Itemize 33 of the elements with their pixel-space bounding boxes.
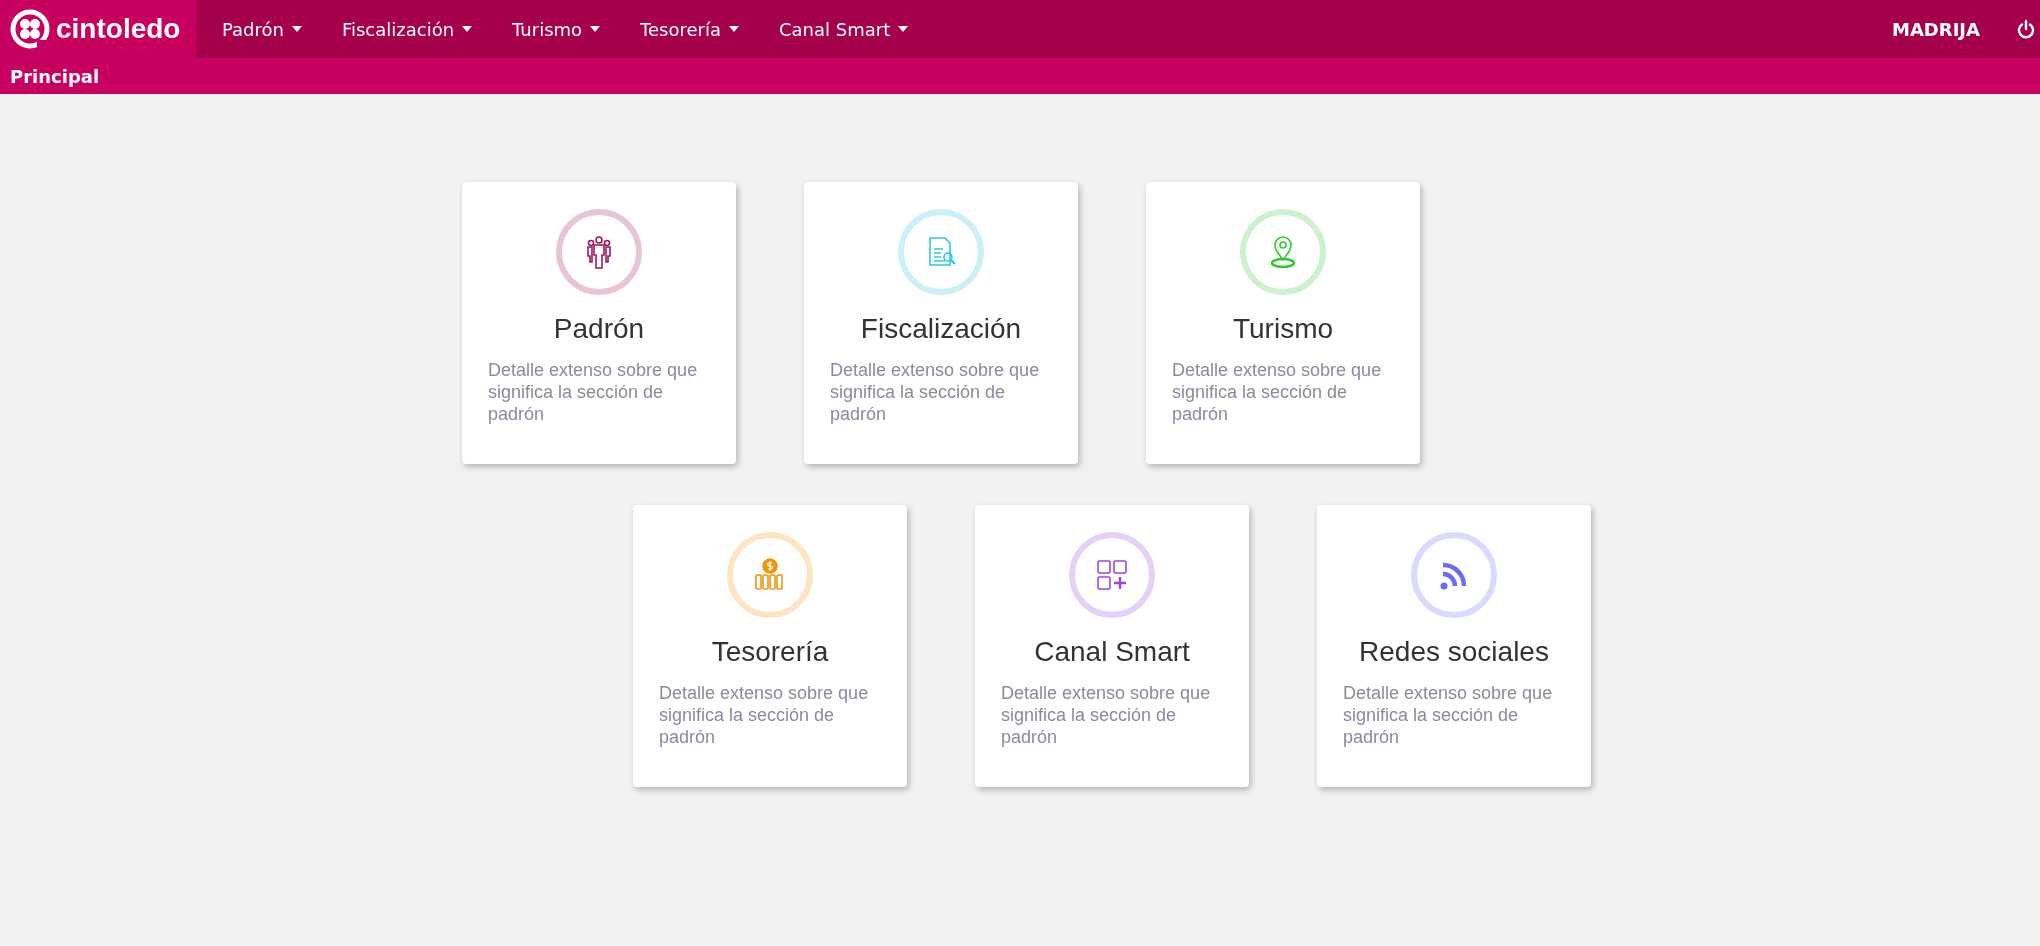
card-description: Detalle extenso sobre que significa la sección de padrón [488,359,699,425]
caret-icon [590,26,601,32]
card-description: Detalle extenso sobre que significa la sección de padrón [1001,682,1212,748]
section-card[interactable]: Canal Smart Detalle extenso sobre que significa la sección de padrón [975,505,1249,787]
caret-icon [462,26,473,32]
section-card[interactable]: Tesorería Detalle extenso sobre que significa la sección de padrón [633,505,907,787]
user-name: MADRIJA [1892,18,1980,40]
card-description: Detalle extenso sobre que significa la sección de padrón [1172,359,1383,425]
nav-menu[interactable]: Tesorería [620,0,759,58]
section-card[interactable]: Padrón Detalle extenso sobre que significa la sección de padrón [462,182,736,464]
card-title: Tesorería [711,636,829,668]
section-card[interactable]: Fiscalización Detalle extenso sobre que significa la sección de padrón [804,182,1078,464]
caret-icon [291,26,302,32]
card-title: Redes sociales [1359,636,1549,668]
caret-icon [898,26,909,32]
card-title: Padrón [553,313,645,345]
section-card[interactable]: Turismo Detalle extenso sobre que significa la sección de padrón [1146,182,1420,464]
card-description: Detalle extenso sobre que significa la sección de padrón [659,682,870,748]
card-title: Canal Smart [1034,636,1190,668]
caret-icon [729,26,739,32]
brand-logo[interactable]: cintoledo [0,0,196,58]
card-title: Fiscalización [860,313,1022,345]
nav-menu[interactable]: Fiscalización [321,0,493,58]
nav-menu[interactable]: Turismo [492,0,621,58]
card-description: Detalle extenso sobre que significa la sección de padrón [830,359,1041,425]
power-button[interactable] [2016,19,2036,39]
nav-menu[interactable]: Padrón [202,0,322,58]
breadcrumb: Principal [10,65,100,87]
card-description: Detalle extenso sobre que significa la sección de padrón [1343,682,1554,748]
nav-menu[interactable]: Canal Smart [759,0,929,58]
logo-icon [10,9,50,49]
card-title: Turismo [1232,313,1334,345]
section-card[interactable]: Redes sociales Detalle extenso sobre que significa la sección de padrón [1317,505,1591,787]
